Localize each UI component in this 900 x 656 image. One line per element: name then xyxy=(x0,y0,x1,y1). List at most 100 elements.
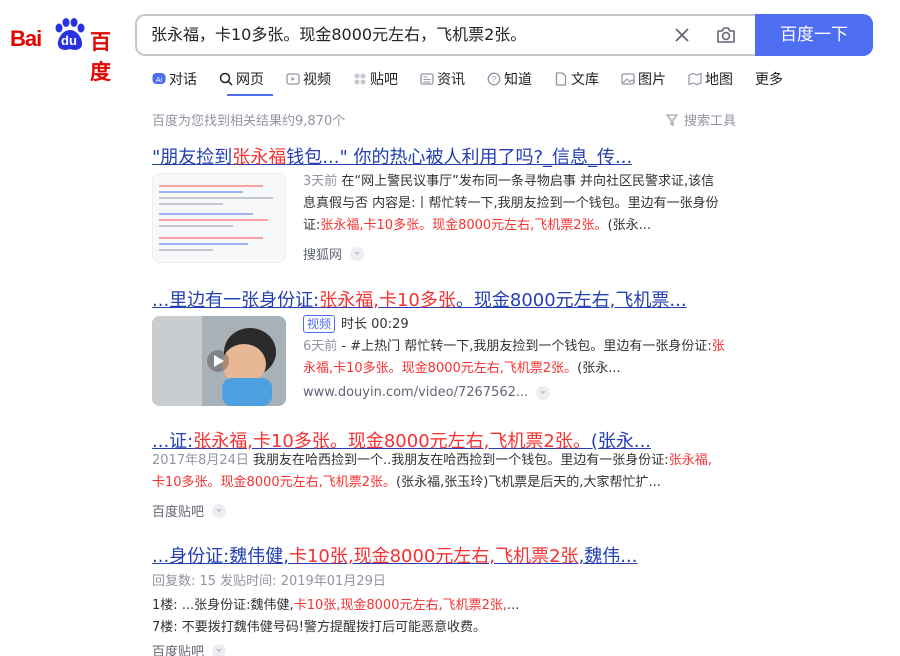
search-tools-label: 搜索工具 xyxy=(684,114,737,129)
reply-floor: 7楼: 不要拨打魏伟健号码!警方提醒拨打后可能恶意收费。 xyxy=(152,620,486,635)
tab-label: 视频 xyxy=(303,72,331,88)
tab-tieba[interactable]: 贴吧 xyxy=(353,68,398,90)
tab-label: 知道 xyxy=(504,72,532,88)
snippet-text: (张永... xyxy=(607,218,652,233)
source-name: 搜狐网 xyxy=(303,248,343,263)
snippet-text: (张永... xyxy=(577,361,621,376)
chevron-down-icon[interactable] xyxy=(212,503,227,518)
tab-map[interactable]: 地图 xyxy=(688,68,733,90)
snippet-highlight: 张永福,卡10多张。现金8000元左右,飞机票2张。 xyxy=(320,218,608,233)
title-highlight: 张永福 xyxy=(232,147,287,168)
title-highlight: 卡10张,现金8000元左右,飞机票2张 xyxy=(288,546,579,567)
result-thumbnail[interactable] xyxy=(152,173,286,263)
svg-text:Ai: Ai xyxy=(156,77,163,84)
snippet-text: - #上热门 帮忙转一下,我朋友捡到一个钱包。里边有一张身份证: xyxy=(341,339,712,354)
title-text: 。现金8000元左右,飞机票... xyxy=(455,290,687,311)
tab-video[interactable]: 视频 xyxy=(286,68,331,90)
search-button[interactable]: 百度一下 xyxy=(755,14,873,56)
snippet-highlight: 卡10多张。现金8000元左右,飞机票2张。 xyxy=(152,475,397,490)
reply-floor: 1楼: ...张身份证:魏伟健,卡10张,现金8000元左右,飞机票2张,... xyxy=(152,594,519,613)
question-icon: ? xyxy=(487,72,501,86)
result-source[interactable]: 搜狐网 xyxy=(303,244,365,263)
result-source[interactable]: 百度贴吧 xyxy=(152,641,227,656)
floor-text: ... xyxy=(507,598,520,613)
news-icon xyxy=(420,73,434,85)
chevron-down-icon[interactable] xyxy=(350,246,365,261)
snippet-text: (张永福,张玉玲)飞机票是后天的,大家帮忙扩... xyxy=(396,475,661,490)
camera-icon[interactable] xyxy=(715,24,737,46)
clear-icon[interactable] xyxy=(672,25,692,45)
source-name: 百度贴吧 xyxy=(152,645,205,656)
snippet-highlight: 张 xyxy=(711,339,725,354)
video-preview-image xyxy=(152,316,286,406)
result-source[interactable]: 百度贴吧 xyxy=(152,501,227,520)
video-duration: 时长 00:29 xyxy=(341,317,409,332)
doc-icon xyxy=(555,72,567,86)
tab-wenku[interactable]: 文库 xyxy=(554,68,599,90)
tab-label: 贴吧 xyxy=(370,72,398,88)
result-snippet: 视频 时长 00:29 6天前 - #上热门 帮忙转一下,我朋友捡到一个钱包。里边… xyxy=(303,314,743,380)
tab-label: 资讯 xyxy=(437,72,465,88)
result-title[interactable]: ...里边有一张身份证:张永福,卡10多张。现金8000元左右,飞机票... xyxy=(152,286,687,312)
snippet-text: 我朋友在哈西捡到一个..我朋友在哈西捡到一个钱包。里边有一张身份证: xyxy=(253,453,669,468)
tab-label: 更多 xyxy=(755,72,783,88)
tab-zhidao[interactable]: ? 知道 xyxy=(487,68,532,90)
title-text: ,魏伟... xyxy=(578,546,638,567)
result-date: 3天前 xyxy=(303,174,338,189)
chevron-down-icon[interactable] xyxy=(536,385,551,400)
video-icon xyxy=(286,73,300,85)
search-tools-button[interactable]: 搜索工具 xyxy=(666,110,736,129)
result-title[interactable]: "朋友捡到张永福钱包..." 你的热心被人利用了吗?_信息_传... xyxy=(152,143,632,169)
tab-web[interactable]: 网页 xyxy=(219,68,264,90)
tab-label: 文库 xyxy=(571,72,599,88)
floor-text: 1楼: ...张身份证:魏伟健, xyxy=(152,598,294,613)
video-tag: 视频 xyxy=(303,315,336,333)
source-url: www.douyin.com/video/7267562... xyxy=(303,385,529,400)
tieba-icon xyxy=(354,73,366,85)
logo-du-text: du xyxy=(61,33,77,48)
logo-baidu-text: 百度 xyxy=(90,30,111,84)
tab-label: 网页 xyxy=(236,72,264,88)
search-icon xyxy=(219,72,233,86)
result-title[interactable]: ...身份证:魏伟健,卡10张,现金8000元左右,飞机票2张,魏伟... xyxy=(152,542,637,568)
map-icon xyxy=(688,72,702,86)
search-input[interactable] xyxy=(151,16,651,54)
tab-more[interactable]: 更多 xyxy=(755,68,783,90)
tab-ai-chat[interactable]: Ai 对话 xyxy=(152,68,197,90)
snippet-text: 息真假与否 内容是:丨帮忙转一下,我朋友捡到一个钱包。里边有一张身份 xyxy=(303,196,719,211)
active-tab-indicator xyxy=(227,94,273,96)
title-text: (张永... xyxy=(590,431,652,452)
article-preview-image xyxy=(159,185,273,251)
tab-label: 对话 xyxy=(169,72,197,88)
search-box xyxy=(135,14,757,56)
result-count: 百度为您找到相关结果约9,870个 xyxy=(152,114,346,129)
tab-label: 图片 xyxy=(638,72,666,88)
result-source[interactable]: www.douyin.com/video/7267562... xyxy=(303,385,551,400)
filter-icon xyxy=(666,113,678,126)
floor-highlight: 卡10张,现金8000元左右,飞机票2张, xyxy=(293,598,507,613)
baidu-logo[interactable]: Bai du 百度 xyxy=(10,18,120,84)
result-snippet: 2017年8月24日 我朋友在哈西捡到一个..我朋友在哈西捡到一个钱包。里边有一… xyxy=(152,450,752,494)
post-meta: 回复数: 15 发贴时间: 2019年01月29日 xyxy=(152,574,386,589)
tab-label: 地图 xyxy=(705,72,733,88)
result-date: 6天前 xyxy=(303,339,338,354)
nav-tabs: Ai 对话 网页 视频 贴吧 资讯 ? 知道 文库 图片 地图 更多 xyxy=(152,68,805,94)
tab-images[interactable]: 图片 xyxy=(621,68,666,90)
title-text: ...身份证:魏伟健, xyxy=(152,546,289,567)
result-snippet: 3天前 在“网上警民议事厅”发布同一条寻物启事 并向社区民警求证,该信 息真假与… xyxy=(303,171,743,237)
snippet-text: 证: xyxy=(303,218,321,233)
snippet-text: 在“网上警民议事厅”发布同一条寻物启事 并向社区民警求证,该信 xyxy=(341,174,715,189)
title-highlight: 张永福,卡10多张 xyxy=(319,290,456,311)
snippet-highlight: 永福,卡10多张。现金8000元左右,飞机票2张。 xyxy=(303,361,578,376)
title-highlight: 张永福,卡10多张。现金8000元左右,飞机票2张。 xyxy=(193,431,591,452)
chevron-down-icon[interactable] xyxy=(212,643,227,656)
tab-news[interactable]: 资讯 xyxy=(420,68,465,90)
title-text: ...里边有一张身份证: xyxy=(152,290,320,311)
result-date: 2017年8月24日 xyxy=(152,453,249,468)
source-name: 百度贴吧 xyxy=(152,505,205,520)
title-text: ...证: xyxy=(152,431,194,452)
title-text: "朋友捡到 xyxy=(152,147,233,168)
video-thumbnail[interactable] xyxy=(152,316,286,406)
title-text: 钱包..." 你的热心被人利用了吗?_信息_传... xyxy=(286,147,633,168)
svg-text:?: ? xyxy=(492,75,497,84)
